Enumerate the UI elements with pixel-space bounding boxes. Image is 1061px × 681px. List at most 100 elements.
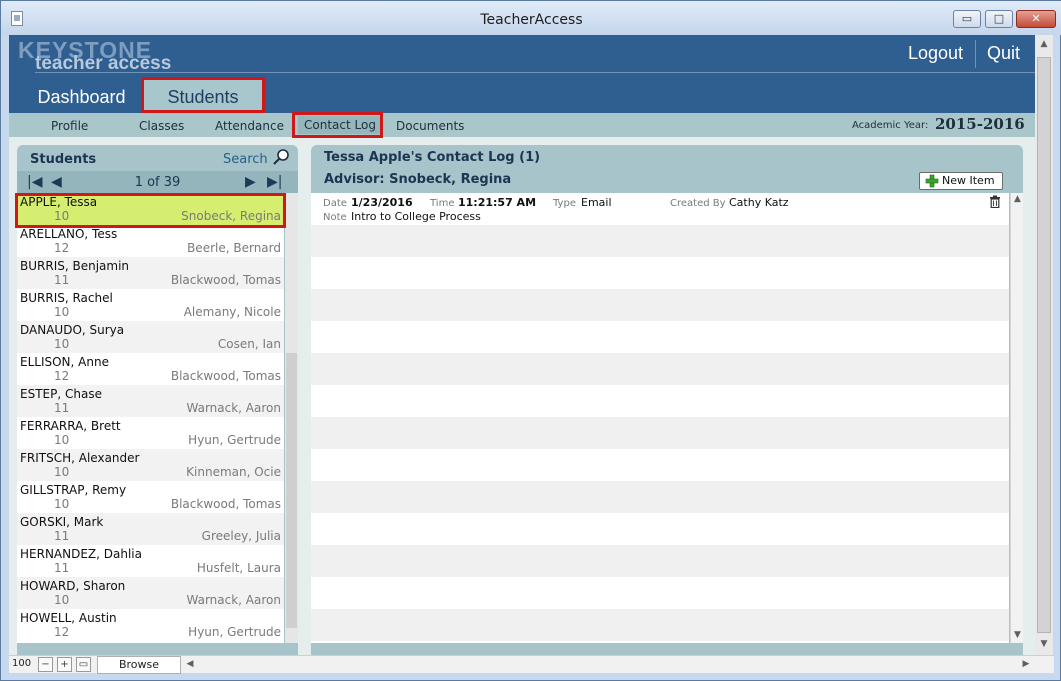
subtab-documents[interactable]: Documents (396, 119, 464, 133)
student-advisor: Greeley, Julia (201, 529, 281, 543)
subtab-profile[interactable]: Profile (51, 119, 88, 133)
contact-log-entry[interactable]: Date 1/23/2016 Time 11:21:57 AM Type Ema… (311, 193, 1009, 225)
scroll-down-icon[interactable]: ▼ (1037, 639, 1051, 649)
last-record-icon[interactable]: ▶| (267, 174, 282, 190)
scroll-left-icon[interactable]: ◀ (185, 659, 195, 669)
student-row[interactable]: BURRIS, Rachel 10 Alemany, Nicole (17, 289, 284, 321)
time-value: 11:21:57 AM (458, 196, 537, 209)
student-row[interactable]: HERNANDEZ, Dahlia 11 Husfelt, Laura (17, 545, 284, 577)
student-grade: 10 (54, 593, 70, 607)
empty-log-row (311, 321, 1009, 353)
window-title: TeacherAccess (480, 12, 583, 28)
student-grade: 10 (54, 305, 70, 319)
maximize-button[interactable]: □ (985, 10, 1013, 28)
sub-navigation: Profile Classes Attendance Contact Log D… (9, 112, 1035, 138)
zoom-level[interactable]: 100 (12, 658, 31, 669)
student-advisor: Blackwood, Tomas (170, 273, 281, 287)
student-list-scrollbar[interactable] (285, 193, 298, 643)
empty-log-row (311, 225, 1009, 257)
type-label: Type (553, 198, 576, 209)
student-name: BURRIS, Rachel (20, 291, 113, 305)
trash-icon[interactable] (989, 195, 1001, 208)
student-name: BURRIS, Benjamin (20, 259, 130, 273)
logout-link[interactable]: Logout (908, 43, 963, 64)
window-scroll-thumb[interactable] (1037, 57, 1051, 633)
quit-link[interactable]: Quit (987, 43, 1020, 64)
student-row[interactable]: ARELLANO, Tess 12 Beerle, Bernard (17, 225, 284, 257)
header-divider (35, 72, 1035, 73)
student-advisor: Kinneman, Ocie (186, 465, 281, 479)
student-row[interactable]: APPLE, Tessa 10 Snobeck, Regina (17, 193, 284, 225)
student-grade: 12 (54, 625, 70, 639)
student-row[interactable]: ELLISON, Anne 12 Blackwood, Tomas (17, 353, 284, 385)
student-row[interactable]: FRITSCH, Alexander 10 Kinneman, Ocie (17, 449, 284, 481)
next-record-icon[interactable]: ▶ (245, 174, 256, 190)
window-scrollbar[interactable]: ▲ ▼ (1035, 35, 1053, 655)
app-window: TeacherAccess ▭ □ ✕ KEYSTONE teacher acc… (0, 0, 1061, 681)
empty-log-row (311, 545, 1009, 577)
student-grade: 12 (54, 241, 70, 255)
created-by-label: Created By (670, 198, 726, 209)
student-row[interactable]: GILLSTRAP, Remy 10 Blackwood, Tomas (17, 481, 284, 513)
note-label: Note (323, 212, 347, 223)
student-row[interactable]: BURRIS, Benjamin 11 Blackwood, Tomas (17, 257, 284, 289)
student-name: ARELLANO, Tess (20, 227, 118, 241)
empty-log-row (311, 481, 1009, 513)
student-name: GORSKI, Mark (20, 515, 104, 529)
new-item-button[interactable]: New Item (919, 172, 1003, 190)
student-row[interactable]: FERRARRA, Brett 10 Hyun, Gertrude (17, 417, 284, 449)
student-grade: 10 (54, 433, 70, 447)
student-name: GILLSTRAP, Remy (20, 483, 127, 497)
student-name: HOWELL, Austin (20, 611, 117, 625)
subtab-classes[interactable]: Classes (139, 119, 184, 133)
empty-log-row (311, 417, 1009, 449)
subtab-contact-log[interactable]: Contact Log (298, 116, 382, 134)
student-grade: 10 (54, 209, 70, 223)
student-grade: 10 (54, 497, 70, 511)
time-label: Time (430, 198, 455, 209)
empty-log-row (311, 577, 1009, 609)
toolbar-toggle-icon[interactable]: ▭ (76, 657, 91, 672)
note-value: Intro to College Process (351, 210, 481, 223)
search-icon[interactable] (272, 148, 290, 166)
scroll-right-icon[interactable]: ▶ (1021, 659, 1031, 669)
empty-log-row (311, 609, 1009, 641)
tab-dashboard[interactable]: Dashboard (29, 83, 134, 113)
new-item-label: New Item (942, 174, 995, 187)
student-grade: 11 (54, 401, 70, 415)
tab-students[interactable]: Students (143, 79, 263, 113)
contact-log-title: Tessa Apple's Contact Log (1) (324, 150, 541, 165)
scroll-down-icon[interactable]: ▼ (1012, 630, 1023, 640)
student-name: FRITSCH, Alexander (20, 451, 140, 465)
contact-log-list: Date 1/23/2016 Time 11:21:57 AM Type Ema… (311, 193, 1009, 643)
scroll-up-icon[interactable]: ▲ (1037, 39, 1051, 49)
date-value: 1/23/2016 (351, 196, 413, 209)
mode-indicator[interactable]: Browse (97, 656, 181, 674)
student-row[interactable]: HOWELL, Austin 12 Hyun, Gertrude (17, 609, 284, 641)
student-advisor: Husfelt, Laura (196, 561, 281, 575)
academic-year-label: Academic Year: (852, 120, 929, 131)
student-row[interactable]: DANAUDO, Surya 10 Cosen, Ian (17, 321, 284, 353)
subtab-attendance[interactable]: Attendance (215, 119, 284, 133)
student-name: ESTEP, Chase (20, 387, 102, 401)
minimize-button[interactable]: ▭ (953, 10, 981, 28)
student-row[interactable]: GORSKI, Mark 11 Greeley, Julia (17, 513, 284, 545)
empty-log-row (311, 449, 1009, 481)
student-row[interactable]: HOWARD, Sharon 10 Warnack, Aaron (17, 577, 284, 609)
empty-log-row (311, 513, 1009, 545)
contact-log-scrollbar[interactable]: ▲ ▼ (1010, 193, 1023, 643)
student-row[interactable]: ESTEP, Chase 11 Warnack, Aaron (17, 385, 284, 417)
zoom-in-icon[interactable]: + (57, 657, 72, 672)
empty-log-row (311, 289, 1009, 321)
close-button[interactable]: ✕ (1016, 10, 1056, 28)
app-content: KEYSTONE teacher access Logout Quit Dash… (9, 35, 1035, 655)
student-advisor: Beerle, Bernard (187, 241, 281, 255)
contact-log-panel: Tessa Apple's Contact Log (1) Advisor: S… (311, 145, 1023, 655)
search-link[interactable]: Search (223, 152, 268, 167)
scroll-up-icon[interactable]: ▲ (1012, 194, 1023, 204)
zoom-out-icon[interactable]: − (38, 657, 53, 672)
student-advisor: Blackwood, Tomas (170, 369, 281, 383)
student-name: FERRARRA, Brett (20, 419, 121, 433)
status-bar: 100 − + ▭ Browse ◀ ▶ (9, 655, 1054, 674)
student-list-scroll-thumb[interactable] (286, 353, 297, 628)
